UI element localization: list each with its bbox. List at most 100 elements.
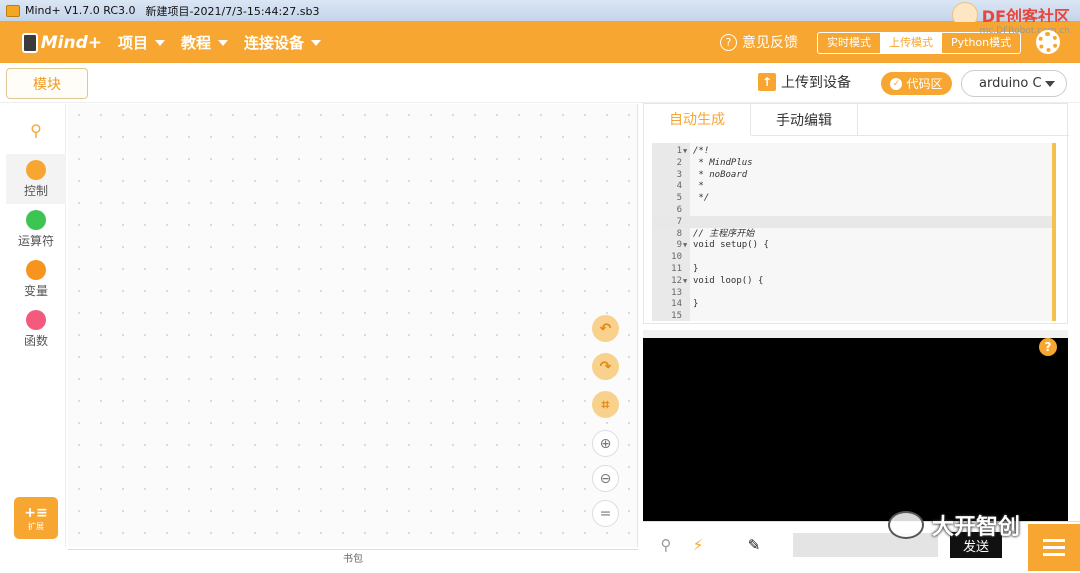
code-line: 10 (652, 251, 1052, 263)
crop-icon[interactable]: ⌗ (592, 391, 619, 418)
line-number: 10 (671, 252, 682, 263)
line-number: 3 (676, 169, 682, 180)
line-number: 15 (671, 311, 682, 321)
category-label: 控制 (23, 184, 48, 198)
code-tabs: 自动生成 手动编辑 (644, 104, 1069, 136)
line-number: 8 (676, 228, 682, 239)
line-number: 6 (676, 205, 682, 215)
usb-connect-icon[interactable]: ⚡ (685, 532, 711, 558)
category-operators[interactable]: 运算符 (6, 204, 66, 254)
code-area-toggle[interactable]: ✓ 代码区 (881, 72, 952, 95)
feedback-button[interactable]: ? 意见反馈 (720, 32, 798, 52)
category-dot-icon (26, 260, 46, 280)
code-panel: 自动生成 手动编辑 1 ▼/*! 2 * MindPlus 3 * noBoard 4 … (643, 103, 1069, 324)
menu-project[interactable]: 项目 (118, 32, 166, 53)
menu-bar: Mind+ 项目 教程 连接设备 ? 意见反馈 实时模式 上传模式 Python… (0, 22, 1080, 63)
wechat-watermark-text: 大开智创 (932, 515, 1021, 540)
tab-auto-generate[interactable]: 自动生成 (644, 104, 751, 136)
search-icon[interactable]: ⚲ (6, 116, 66, 144)
code-text: * (693, 181, 704, 192)
line-number: 14 (671, 299, 682, 310)
extension-label: 扩展 (28, 521, 44, 531)
check-icon: ✓ (890, 77, 903, 90)
menu-list-icon[interactable] (1028, 524, 1080, 571)
clear-eraser-icon[interactable]: ✎ (741, 532, 767, 558)
robot-logo-icon (22, 32, 38, 53)
category-functions[interactable]: 函数 (6, 304, 66, 354)
board-select-value: arduino C (979, 76, 1042, 91)
line-number: 5 (676, 193, 682, 204)
code-text: * noBoard (693, 169, 748, 180)
line-number: 7 (676, 216, 682, 227)
usb-icon[interactable]: ⚲ (653, 532, 679, 558)
redo-icon[interactable]: ↷ (592, 353, 619, 380)
logo-text: Mind+ (40, 32, 102, 53)
code-text: } (693, 264, 699, 274)
category-dot-icon (26, 310, 46, 330)
code-line: 8 // 主程序开始 (652, 228, 1052, 240)
menu-tutorial[interactable]: 教程 (181, 32, 229, 53)
line-number: 13 (671, 287, 682, 298)
block-workspace[interactable]: ↶ ↷ ⌗ ⊕ ⊖ = (68, 104, 638, 547)
window-title-file: 新建项目-2021/7/3-15:44:27.sb3 (145, 4, 320, 18)
code-line: 11} (652, 263, 1052, 275)
tab-manual-edit[interactable]: 手动编辑 (751, 104, 858, 136)
zoom-reset-icon[interactable]: = (592, 500, 619, 527)
extension-button[interactable]: +≡ 扩展 (14, 497, 58, 539)
serial-monitor[interactable]: ? (643, 330, 1068, 521)
watermark-subtext: mc.DFRobot.com.cn (979, 26, 1070, 36)
mindplus-logo: Mind+ (22, 30, 102, 56)
code-line: 2 * MindPlus (652, 157, 1052, 169)
code-text: // 主程序开始 (693, 228, 755, 239)
zoom-out-icon[interactable]: ⊖ (592, 465, 619, 492)
code-line: 7 (652, 215, 1052, 228)
category-variables[interactable]: 变量 (6, 254, 66, 304)
menu-connect-device[interactable]: 连接设备 (244, 32, 322, 53)
mode-realtime[interactable]: 实时模式 (818, 33, 880, 53)
wechat-icon (888, 511, 924, 539)
help-icon[interactable]: ? (1039, 338, 1057, 356)
fold-icon[interactable]: ▼ (683, 145, 687, 157)
code-line: 15 (652, 310, 1052, 321)
fold-icon[interactable]: ▼ (683, 275, 687, 287)
extension-icon: +≡ (24, 504, 48, 521)
code-line: 14} (652, 298, 1052, 310)
fold-icon[interactable]: ▼ (683, 239, 687, 251)
settings-gear-icon[interactable] (1038, 32, 1058, 52)
chevron-down-icon (218, 39, 229, 46)
line-number: 12 (671, 275, 682, 286)
category-control[interactable]: 控制 (6, 154, 66, 204)
zoom-in-icon[interactable]: ⊕ (592, 430, 619, 457)
code-line: 9 ▼ void setup() { (652, 239, 1052, 251)
upload-to-device-button[interactable]: ↑ 上传到设备 (758, 72, 851, 92)
board-select[interactable]: arduino C (961, 70, 1067, 97)
menu-project-label: 项目 (118, 34, 149, 52)
code-line: 12 ▼ void loop() { (652, 275, 1052, 287)
code-line: 6 (652, 204, 1052, 216)
code-line: 4 * (652, 180, 1052, 192)
question-icon: ? (720, 33, 737, 51)
mode-upload[interactable]: 上传模式 (880, 33, 942, 53)
category-label: 函数 (23, 334, 48, 348)
code-text: void loop() { (693, 275, 764, 286)
line-number: 2 (676, 157, 682, 168)
feedback-label: 意见反馈 (742, 35, 798, 51)
code-editor[interactable]: 1 ▼/*! 2 * MindPlus 3 * noBoard 4 * 5 */6 7 8//… (652, 143, 1056, 321)
backpack-bar[interactable]: 书包 (68, 549, 638, 569)
code-line: 13 (652, 287, 1052, 299)
block-category-rail: ⚲ 控制 运算符 变量 函数 +≡ 扩展 (6, 104, 66, 547)
category-label: 运算符 (17, 234, 54, 248)
category-dot-icon (26, 160, 46, 180)
line-number: 1 (676, 146, 682, 156)
wechat-watermark: 大开智创 (888, 509, 1020, 541)
code-text: void setup() { (693, 240, 769, 251)
menu-connect-label: 连接设备 (244, 34, 305, 52)
chevron-down-icon (1045, 81, 1055, 87)
undo-icon[interactable]: ↶ (592, 315, 619, 342)
upload-label: 上传到设备 (781, 75, 851, 91)
mode-python[interactable]: Python模式 (942, 33, 1020, 53)
code-area-label: 代码区 (906, 77, 943, 91)
code-line: 3 * noBoard (652, 169, 1052, 181)
category-dot-icon (26, 210, 46, 230)
tab-modules[interactable]: 模块 (6, 68, 88, 99)
